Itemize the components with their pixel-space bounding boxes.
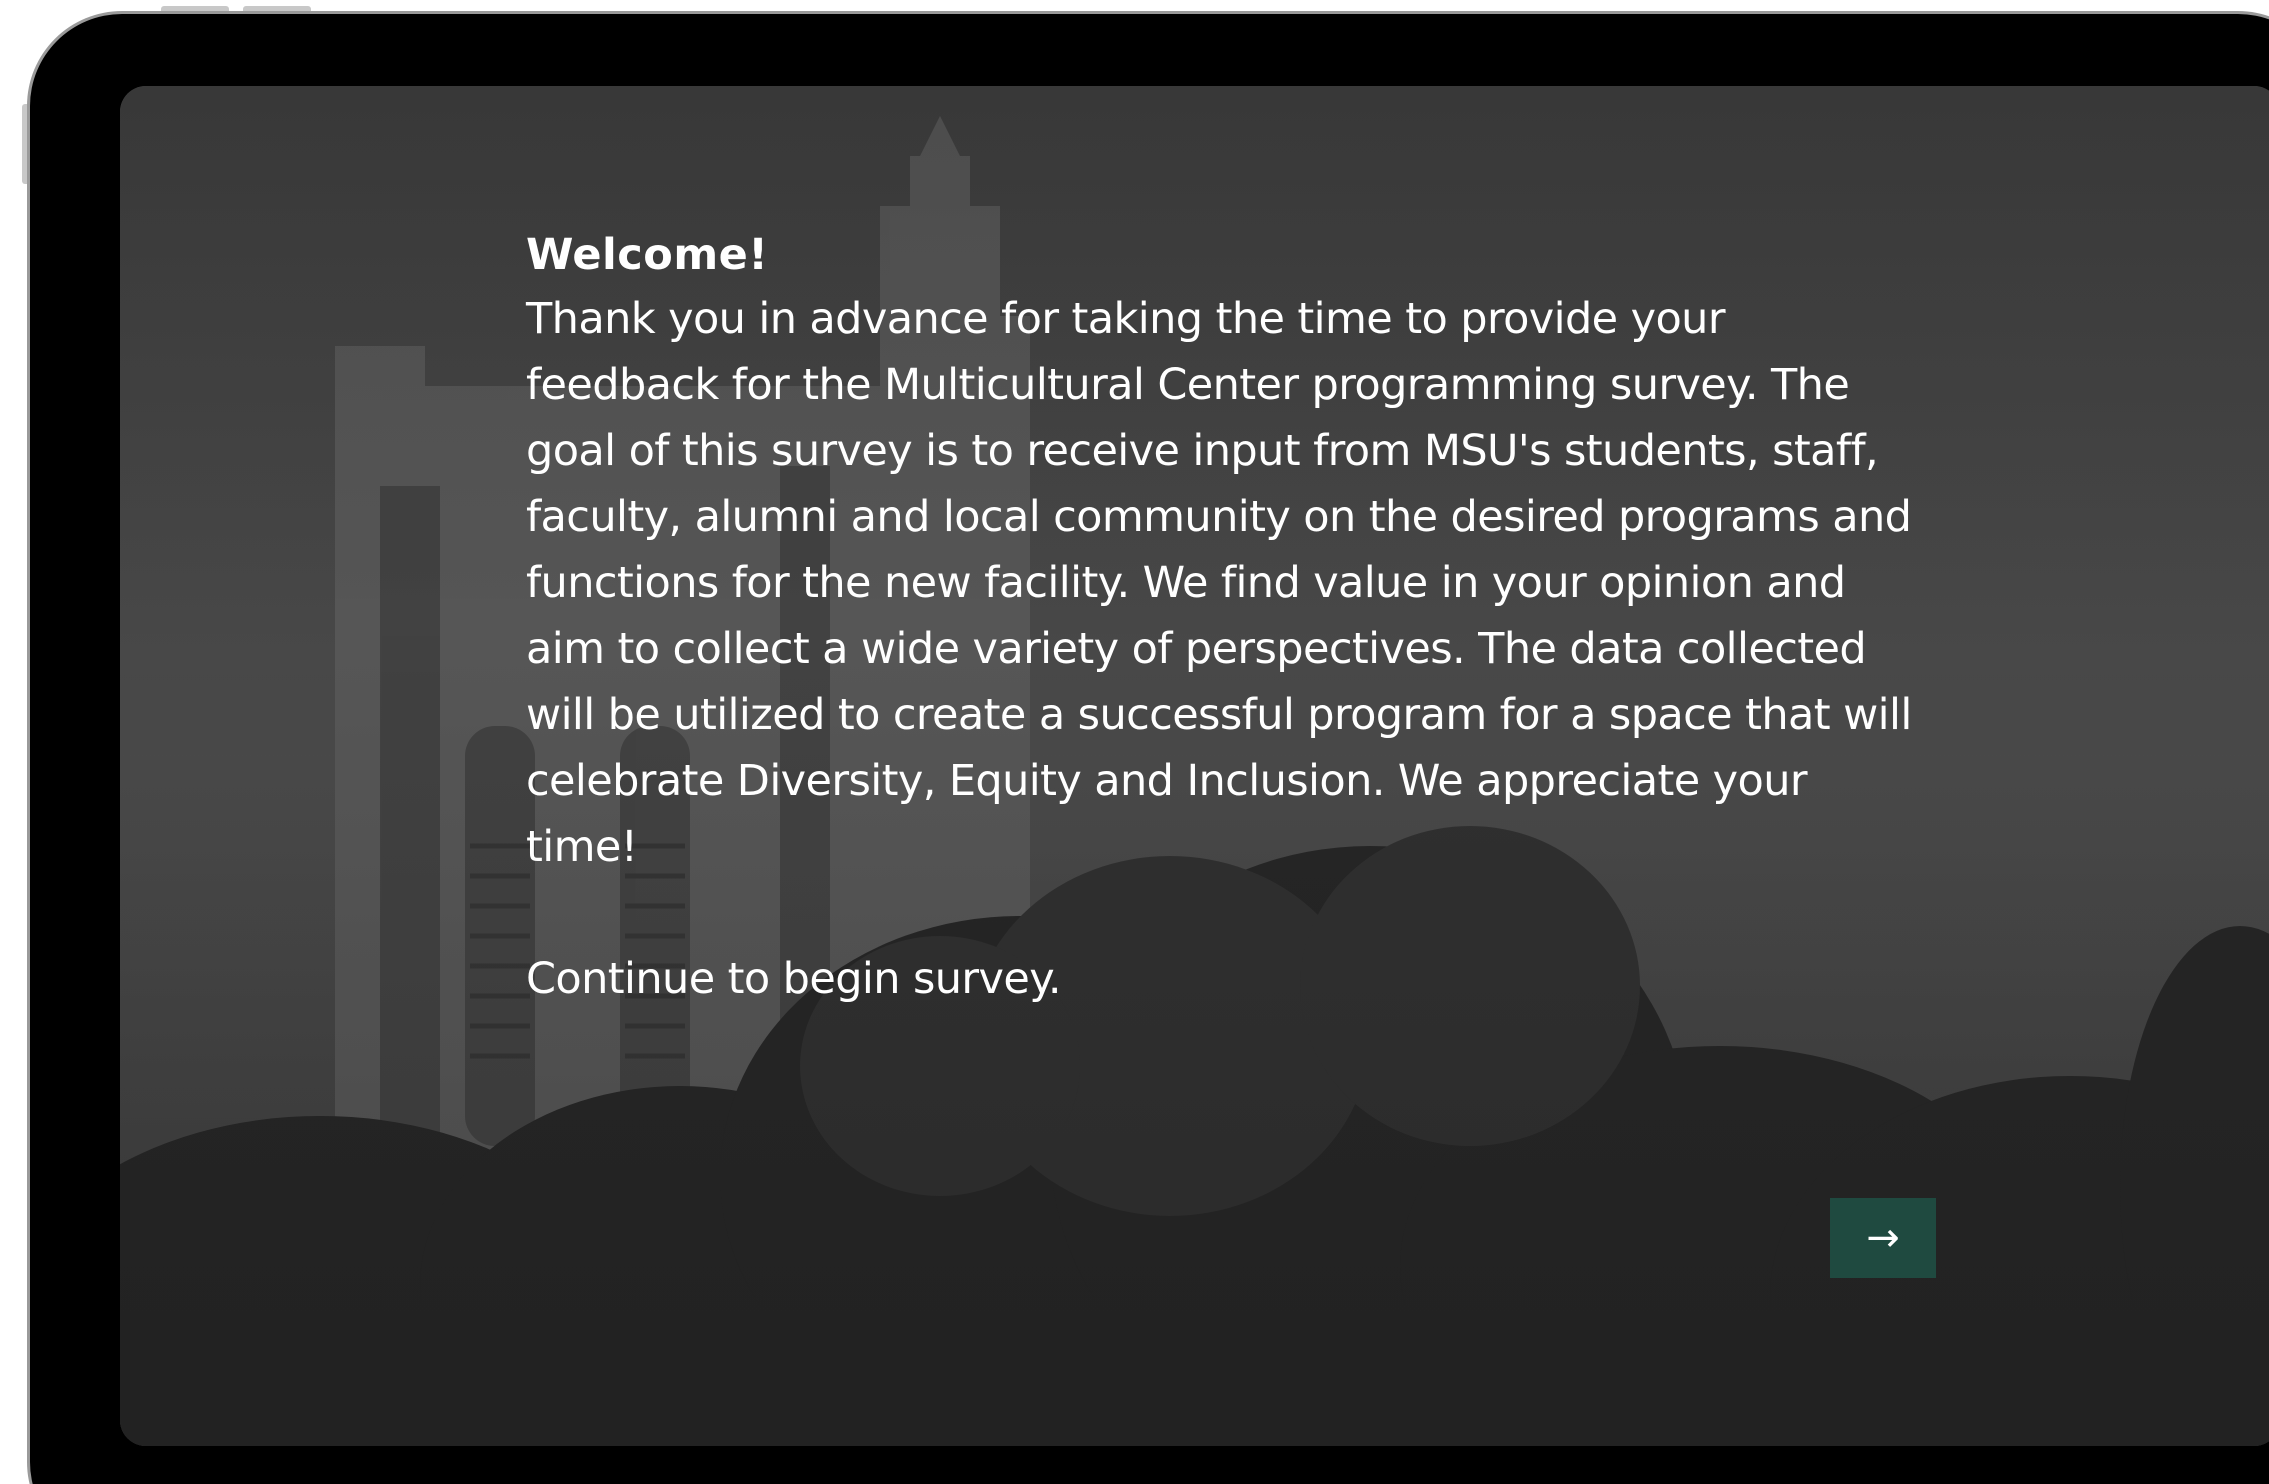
intro-paragraph: Thank you in advance for taking the time…	[526, 294, 1912, 872]
next-button[interactable]: →	[1830, 1198, 1936, 1278]
welcome-panel: Welcome! Thank you in advance for taking…	[526, 224, 1966, 1012]
arrow-right-icon: →	[1866, 1215, 1900, 1261]
continue-prompt: Continue to begin survey.	[526, 954, 1062, 1004]
survey-screen: Welcome! Thank you in advance for taking…	[120, 86, 2269, 1446]
volume-down-hardware-button	[243, 6, 311, 14]
tablet-frame: Welcome! Thank you in advance for taking…	[30, 14, 2269, 1484]
welcome-heading: Welcome!	[526, 230, 769, 280]
volume-up-hardware-button	[161, 6, 229, 14]
